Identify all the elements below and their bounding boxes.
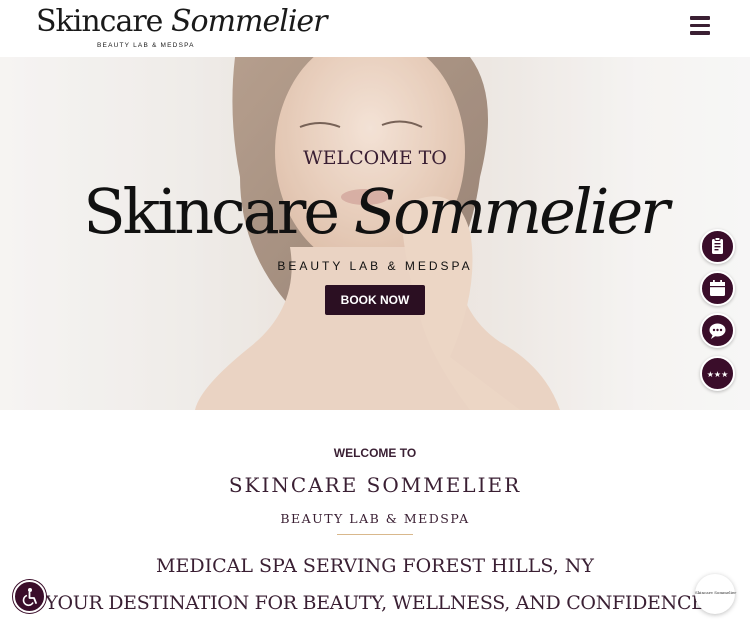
chat-bubble-icon: [709, 323, 726, 339]
intro-title: SKINCARE SOMMELIER: [228, 473, 522, 497]
hero-banner: WELCOME TO Skincare Sommelier BEAUTY LAB…: [0, 57, 750, 410]
gold-divider: [337, 534, 413, 535]
svg-text:★★★: ★★★: [707, 370, 729, 379]
intro-subtitle: BEAUTY LAB & MEDSPA: [280, 511, 470, 526]
logo-wordmark: Skincare Sommelier: [36, 4, 328, 39]
intro-welcome-text: WELCOME TO: [333, 446, 417, 460]
hero-title: Skincare Sommelier: [83, 175, 670, 248]
site-logo[interactable]: Skincare Sommelier BEAUTY LAB & MEDSPA: [36, 4, 328, 52]
hamburger-menu-icon[interactable]: [690, 16, 712, 36]
stars-icon: ★★★: [707, 370, 729, 379]
intro-heading-location: MEDICAL SPA SERVING FOREST HILLS, NY: [156, 555, 594, 577]
side-button-booking[interactable]: [700, 271, 735, 306]
calendar-icon: [710, 280, 725, 296]
side-button-reviews[interactable]: ★★★: [700, 356, 735, 391]
site-header: Skincare Sommelier BEAUTY LAB & MEDSPA: [0, 0, 750, 57]
hero-subtitle: BEAUTY LAB & MEDSPA: [277, 259, 473, 273]
chat-widget-button[interactable]: Skincare Sommelier: [695, 574, 737, 614]
logo-tagline: BEAUTY LAB & MEDSPA: [97, 42, 195, 49]
hero-welcome-text: WELCOME TO: [303, 147, 447, 169]
book-now-button[interactable]: BOOK NOW: [325, 285, 425, 315]
side-button-chat[interactable]: [700, 313, 735, 348]
clipboard-icon: [712, 237, 723, 254]
intro-heading-tagline: YOUR DESTINATION FOR BEAUTY, WELLNESS, A…: [45, 592, 705, 614]
accessibility-icon: [22, 588, 37, 607]
chat-widget-logo: Skincare Sommelier: [695, 590, 737, 595]
accessibility-button[interactable]: [13, 580, 46, 613]
side-button-forms[interactable]: [700, 229, 735, 264]
